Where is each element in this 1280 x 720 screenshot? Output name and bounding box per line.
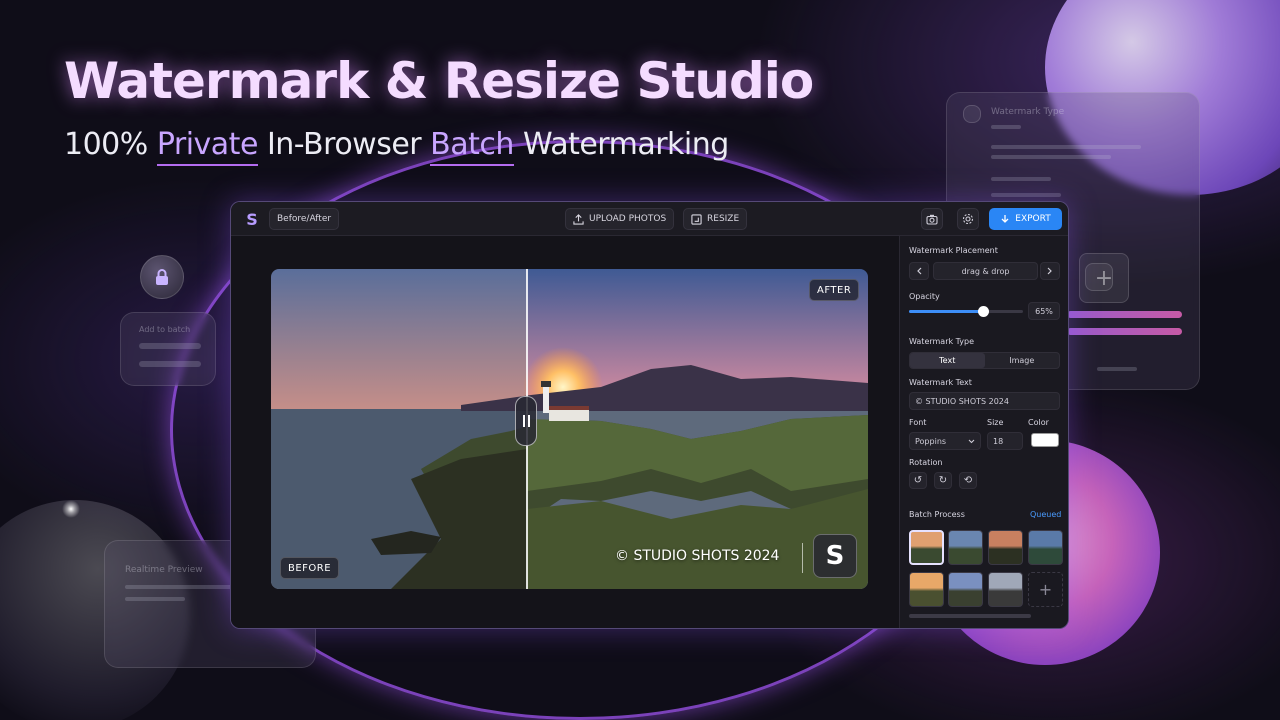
size-title: Size — [987, 418, 1004, 427]
camera-button[interactable] — [921, 208, 943, 230]
watermark-separator — [802, 543, 803, 573]
batch-thumbnail[interactable] — [909, 572, 944, 607]
hero-title: Watermark & Resize Studio — [64, 52, 814, 110]
batch-status: Queued — [1030, 510, 1062, 519]
opacity-value[interactable]: 65% — [1028, 302, 1060, 320]
text-title: Watermark Text — [909, 378, 972, 387]
divider-drag-handle[interactable] — [515, 396, 537, 446]
resize-label: RESIZE — [707, 214, 740, 224]
upload-label: UPLOAD PHOTOS — [589, 214, 667, 224]
watermark-text-input[interactable]: © STUDIO SHOTS 2024 — [909, 392, 1060, 410]
download-icon — [1001, 214, 1009, 223]
color-title: Color — [1028, 418, 1049, 427]
type-option-image[interactable]: Image — [985, 353, 1060, 368]
opacity-title: Opacity — [909, 292, 940, 301]
ghost-line — [991, 125, 1021, 129]
batch-title: Batch Process — [909, 510, 965, 519]
batch-thumbnail[interactable] — [988, 572, 1023, 607]
ghost-card-title: Add to batch — [139, 325, 191, 334]
export-label: EXPORT — [1015, 214, 1051, 224]
placement-next-button[interactable] — [1040, 262, 1060, 280]
sparkle-icon — [62, 500, 80, 518]
type-title: Watermark Type — [909, 337, 975, 346]
type-option-text[interactable]: Text — [910, 353, 985, 368]
export-button[interactable]: EXPORT — [989, 208, 1062, 230]
subtitle-highlight-batch: Batch — [430, 127, 514, 166]
placement-title: Watermark Placement — [909, 246, 998, 255]
batch-thumbnail[interactable] — [948, 572, 983, 607]
settings-icon — [962, 213, 974, 225]
color-swatch[interactable] — [1031, 433, 1059, 447]
top-toolbar: S Before/After UPLOAD PHOTOS RESIZE EXPO… — [231, 202, 1068, 236]
placement-value[interactable]: drag & drop — [933, 262, 1038, 280]
ghost-line — [139, 343, 201, 349]
before-after-toggle[interactable]: Before/After — [269, 208, 340, 230]
upload-photos-button[interactable]: UPLOAD PHOTOS — [565, 208, 675, 230]
batch-thumbnail[interactable] — [948, 530, 983, 565]
rotate-left-icon[interactable]: ↺ — [909, 472, 927, 489]
subtitle-part: Watermarking — [513, 127, 729, 162]
camera-icon — [926, 214, 938, 225]
watermark-preview-text[interactable]: © STUDIO SHOTS 2024 — [615, 548, 779, 564]
ghost-line — [125, 585, 235, 589]
batch-thumbnail[interactable] — [988, 530, 1023, 565]
settings-button[interactable] — [957, 208, 979, 230]
ghost-line — [1097, 367, 1137, 371]
app-window: S Before/After UPLOAD PHOTOS RESIZE EXPO… — [230, 201, 1069, 629]
ghost-line — [991, 193, 1061, 197]
chevron-right-icon — [1047, 267, 1052, 275]
preview-canvas: AFTER BEFORE © STUDIO SHOTS 2024 S — [231, 236, 899, 628]
chevron-down-icon — [968, 439, 975, 443]
ghost-line — [139, 361, 201, 367]
ghost-card-title: Watermark Type — [991, 107, 1065, 117]
size-input[interactable]: 18 — [987, 432, 1023, 450]
ghost-line — [125, 597, 185, 601]
ghost-image-icon — [1085, 263, 1113, 291]
batch-thumbnail[interactable] — [909, 530, 944, 565]
rotate-right-icon[interactable]: ↻ — [934, 472, 952, 489]
placement-prev-button[interactable] — [909, 262, 929, 280]
ghost-gradient-bar — [1067, 328, 1182, 335]
upload-icon — [573, 213, 584, 225]
ghost-gradient-bar — [1067, 311, 1182, 318]
after-label: AFTER — [809, 279, 860, 301]
panel-scrollbar[interactable] — [909, 614, 1031, 618]
lock-icon — [140, 255, 184, 299]
opacity-slider[interactable] — [909, 306, 1023, 317]
opacity-slider-knob[interactable] — [978, 306, 990, 317]
opacity-slider-fill — [909, 310, 984, 313]
ghost-icon — [963, 105, 981, 123]
font-value: Poppins — [915, 436, 947, 446]
rotate-reset-icon[interactable]: ⟲ — [959, 472, 977, 489]
font-select[interactable]: Poppins — [909, 432, 981, 450]
batch-thumbnail[interactable] — [1028, 530, 1063, 565]
before-label: BEFORE — [280, 557, 340, 579]
chevron-left-icon — [917, 267, 922, 275]
resize-icon — [691, 213, 702, 225]
ghost-card-left: Add to batch — [120, 312, 216, 386]
subtitle-part: 100% — [64, 127, 157, 162]
add-photo-plus-icon[interactable]: + — [1028, 572, 1063, 607]
subtitle-part: In-Browser — [257, 127, 431, 162]
resize-button[interactable]: RESIZE — [683, 208, 748, 230]
font-title: Font — [909, 418, 927, 427]
hero-subtitle: 100% Private In-Browser Batch Watermarki… — [64, 127, 729, 166]
rotation-title: Rotation — [909, 458, 943, 467]
type-segmented-control: Text Image — [909, 352, 1060, 369]
landscape-photo — [271, 269, 868, 589]
ghost-line — [991, 145, 1141, 149]
logo-icon[interactable]: S — [241, 208, 263, 230]
ghost-card-title: Realtime Preview — [125, 565, 203, 575]
watermark-logo[interactable]: S — [813, 534, 857, 578]
settings-panel: Watermark Placement drag & drop Opacity … — [899, 236, 1068, 628]
comparison-photo[interactable]: AFTER BEFORE © STUDIO SHOTS 2024 S — [271, 269, 868, 589]
ghost-line — [991, 177, 1051, 181]
subtitle-highlight-private: Private — [156, 127, 258, 166]
ghost-line — [991, 155, 1111, 159]
